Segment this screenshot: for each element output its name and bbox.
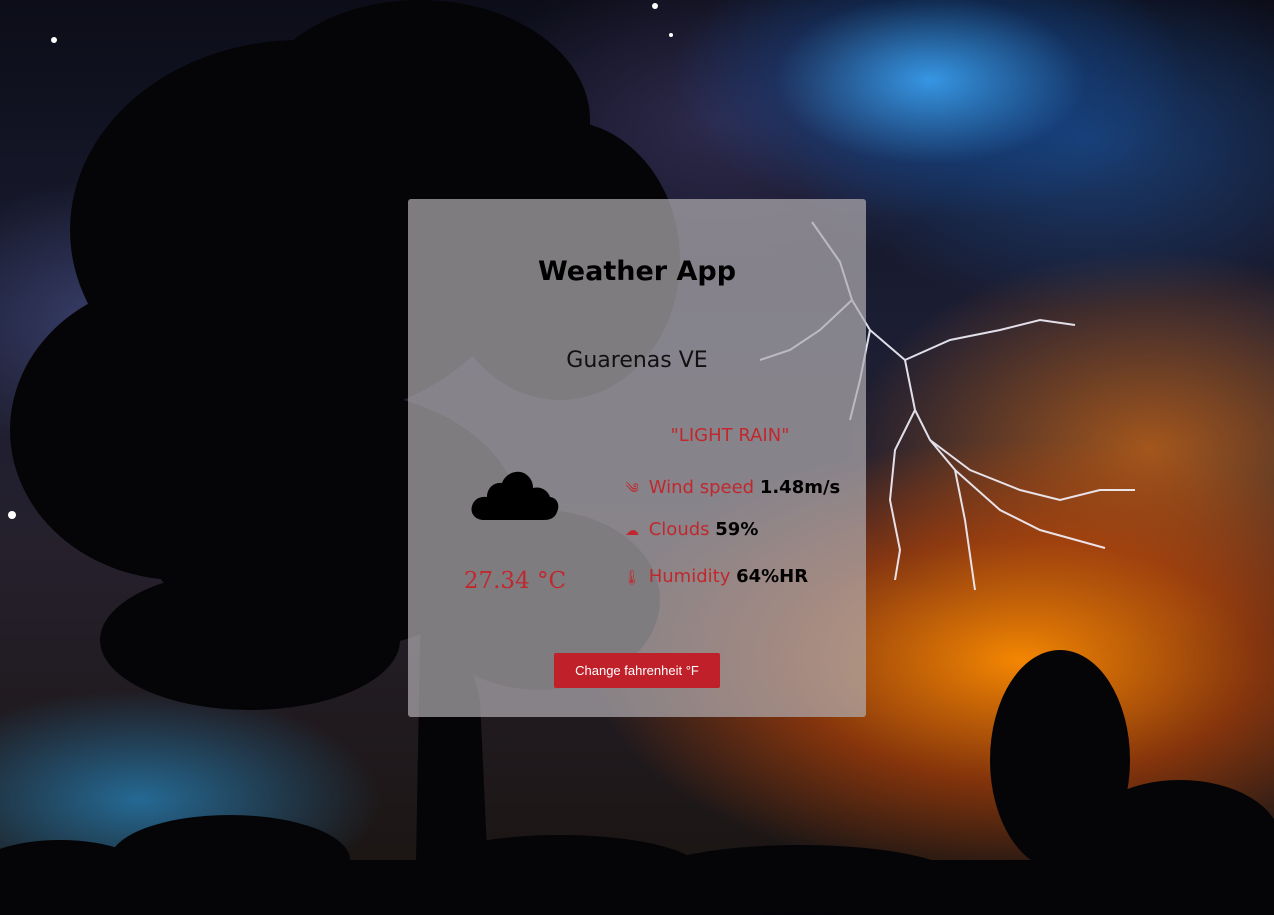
thermometer-icon: 🌡 (623, 570, 641, 586)
humidity-label: Humidity (648, 566, 731, 587)
change-unit-button[interactable]: Change fahrenheit °F (554, 653, 720, 688)
clouds-label: Clouds (648, 519, 710, 540)
clouds-value: 59% (715, 519, 759, 540)
wind-icon: ༄ (625, 481, 639, 497)
clouds-row: ☁ Clouds 59% (621, 519, 758, 540)
wind-value: 1.48m/s (759, 477, 841, 498)
humidity-row: 🌡 Humidity 64%HR (621, 566, 808, 587)
cloud-small-icon: ☁ (625, 523, 639, 539)
city-name: Guarenas VE (566, 348, 708, 373)
cloud-icon (470, 466, 560, 522)
wind-label: Wind speed (648, 477, 755, 498)
app-title: Weather App (537, 256, 737, 287)
wind-row: ༄ Wind speed 1.48m/s (621, 472, 840, 512)
weather-description: "LIGHT RAIN" (670, 425, 790, 446)
humidity-value: 64%HR (736, 566, 809, 587)
temperature-value: 27.34 °C (463, 568, 567, 594)
